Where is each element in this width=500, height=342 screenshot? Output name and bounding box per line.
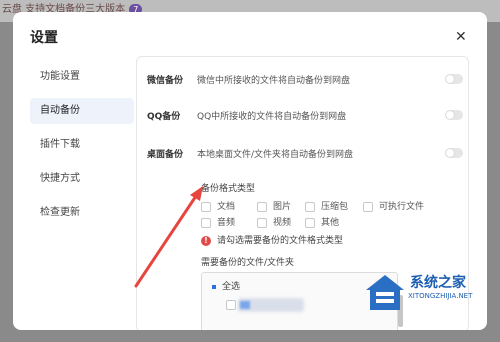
watermark-title: 系统之家 xyxy=(410,275,466,291)
site-watermark: 系统之家 XITONGZHIJIA.NET xyxy=(360,270,500,342)
house-logo-icon xyxy=(366,275,404,310)
arrow-shaft xyxy=(134,194,198,288)
watermark-url: XITONGZHIJIA.NET xyxy=(408,292,473,300)
arrow-head xyxy=(190,186,203,201)
